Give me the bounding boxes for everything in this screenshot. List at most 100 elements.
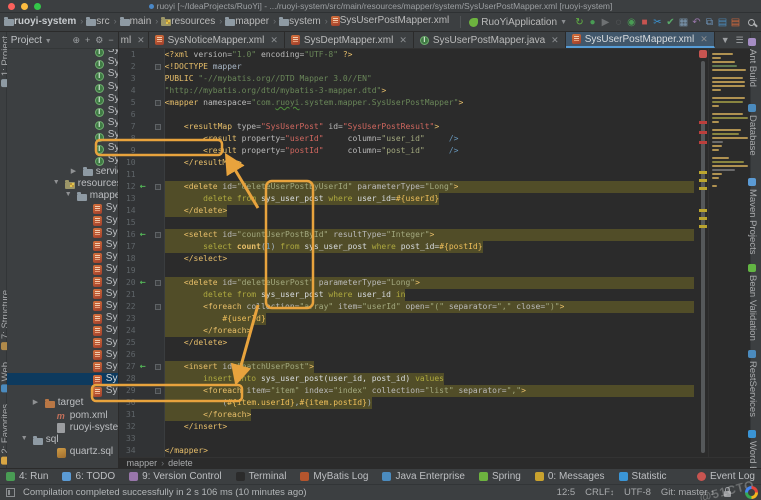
code-line-25[interactable]: </delete>	[165, 337, 698, 349]
tree-item-SysNoticeMapper.xml[interactable]: SysNoticeMapper.xml	[7, 276, 118, 288]
tree-item-mapper.system[interactable]: ▼mapper.system	[7, 190, 118, 202]
version-control-toolwindow[interactable]: 9: Version Control	[129, 471, 222, 482]
vcs-changes-icon[interactable]: ▦	[677, 16, 690, 29]
code-line-10[interactable]: </resultMap>	[165, 157, 698, 169]
doc-blue-icon[interactable]: ▤	[716, 16, 729, 29]
tree-item-SysUserRoleMapper[interactable]: ISysUserRoleMapper	[7, 154, 118, 166]
tree-item-SysUserOnlineMapper[interactable]: ISysUserOnlineMapper	[7, 129, 118, 141]
xml-breadcrumb-mapper[interactable]: mapper	[127, 458, 158, 468]
breadcrumb-src[interactable]: src›	[86, 16, 116, 27]
chevron-down-icon[interactable]: ▼	[721, 35, 730, 45]
mybatis-navigate-icon[interactable]: ←	[140, 229, 146, 241]
spring-toolwindow[interactable]: Spring	[479, 471, 521, 482]
hide-panel-icon[interactable]: −	[108, 35, 113, 46]
tree-expand-arrow[interactable]: ▼	[65, 191, 72, 198]
editor-tab-SysNoticeMapper.xml[interactable]: SysNoticeMapper.xml✕	[149, 32, 285, 48]
tree-item-pom.xml[interactable]: mpom.xml	[7, 410, 118, 422]
tree-item-SysOperLogMapper.xml[interactable]: SysOperLogMapper.xml	[7, 288, 118, 300]
mybatis-log-toolwindow[interactable]: MyBatis Log	[300, 471, 368, 482]
code-line-26[interactable]	[165, 349, 698, 361]
run-toolwindow[interactable]: 4: Run	[6, 471, 48, 482]
toggle-toolwindows-icon[interactable]	[6, 488, 15, 497]
tree-expand-arrow[interactable]: ▶	[33, 398, 38, 406]
code-line-34[interactable]: </mapper>	[165, 445, 698, 457]
project-view-selector[interactable]: Project ▼	[11, 35, 52, 46]
tree-expand-arrow[interactable]: ▶	[71, 167, 76, 175]
code-line-31[interactable]: </foreach>	[165, 409, 698, 421]
fold-marker-icon[interactable]	[155, 388, 161, 394]
tree-item-SysRoleMapper[interactable]: ISysRoleMapper	[7, 93, 118, 105]
tab-close-icon[interactable]: ✕	[399, 35, 407, 46]
editor-tab-SysUserPostMapper.java[interactable]: ISysUserPostMapper.java✕	[414, 32, 566, 48]
tree-item-SysRoleDeptMapper[interactable]: ISysRoleDeptMapper	[7, 81, 118, 93]
run-icon[interactable]: ▶	[599, 16, 612, 29]
code-line-2[interactable]: <!DOCTYPE mapper	[165, 61, 698, 73]
tree-item-sql[interactable]: ▼sql	[7, 434, 118, 446]
tab-close-icon[interactable]: ✕	[270, 35, 278, 46]
tree-item-SysUserPostMapper[interactable]: ISysUserPostMapper	[7, 142, 118, 154]
code-line-16[interactable]: <select id="countUserPostById" resultTyp…	[165, 229, 698, 241]
fold-marker-icon[interactable]	[155, 124, 161, 130]
tree-item-SysRoleDeptMapper.xml[interactable]: SysRoleDeptMapper.xml	[7, 312, 118, 324]
tab-close-icon[interactable]: ✕	[137, 35, 145, 46]
toolwindow-button-restservices[interactable]: RestServices	[747, 350, 758, 417]
mybatis-navigate-icon[interactable]: ←	[140, 277, 146, 289]
encoding-selector[interactable]: UTF-8	[624, 487, 651, 498]
caret-position[interactable]: 12:5	[557, 487, 576, 498]
rollback-icon[interactable]: ↶	[690, 16, 703, 29]
code-line-14[interactable]: </delete>	[165, 205, 698, 217]
code-line-7[interactable]: <resultMap type="SysUserPost" id="SysUse…	[165, 121, 698, 133]
coverage-icon[interactable]: ◉	[625, 16, 638, 29]
mybatis-navigate-icon[interactable]: ←	[140, 181, 146, 193]
tab-close-icon[interactable]: ✕	[700, 34, 708, 45]
fold-marker-icon[interactable]	[155, 364, 161, 370]
locate-icon[interactable]: ⊕	[72, 35, 80, 46]
code-line-8[interactable]: <result property="userId" column="user_i…	[165, 133, 698, 145]
breadcrumb-mapper[interactable]: mapper›	[225, 16, 276, 27]
run-spring-icon[interactable]: ●	[586, 16, 599, 29]
tree-item-SysOperLogMapper[interactable]: ISysOperLogMapper	[7, 56, 118, 68]
tree-item-SysNoticeMapper[interactable]: ISysNoticeMapper	[7, 49, 118, 56]
event-log-toolwindow[interactable]: Event Log	[697, 471, 755, 482]
java-enterprise-toolwindow[interactable]: Java Enterprise	[382, 471, 464, 482]
code-line-23[interactable]: #{userId}	[165, 313, 698, 325]
code-line-9[interactable]: <result property="postId" column="post_i…	[165, 145, 698, 157]
code-line-19[interactable]	[165, 265, 698, 277]
settings-gear-icon[interactable]: ⚙	[95, 35, 103, 46]
tree-item-SysUserPostMapper.xml[interactable]: SysUserPostMapper.xml	[7, 373, 118, 385]
tree-item-SysUserMapper[interactable]: ISysUserMapper	[7, 117, 118, 129]
tree-item-SysRoleMenuMapper[interactable]: ISysRoleMenuMapper	[7, 105, 118, 117]
code-line-13[interactable]: delete from sys_user_post where user_id=…	[165, 193, 698, 205]
fold-marker-icon[interactable]	[155, 280, 161, 286]
code-line-22[interactable]: <foreach collection="array" item="userId…	[165, 301, 698, 313]
toolwindow-button-ant-build[interactable]: Ant Build	[747, 38, 758, 87]
code-line-29[interactable]: <foreach item="item" index="index" colle…	[165, 385, 698, 397]
tree-item-SysRoleMenuMapper.xml[interactable]: SysRoleMenuMapper.xml	[7, 337, 118, 349]
code-line-12[interactable]: <delete id="deleteUserPostByUserId" para…	[165, 181, 698, 193]
fold-marker-icon[interactable]	[155, 64, 161, 70]
breadcrumb-main[interactable]: main›	[120, 16, 159, 27]
tree-item-SysLogininforMapper.xml[interactable]: SysLogininforMapper.xml	[7, 251, 118, 263]
code-line-11[interactable]	[165, 169, 698, 181]
scrollbar-thumb[interactable]	[701, 61, 705, 453]
code-line-32[interactable]: </insert>	[165, 421, 698, 433]
search-everywhere-icon[interactable]	[748, 19, 755, 26]
line-ending-selector[interactable]: CRLF↕	[585, 487, 614, 498]
tree-item-SysDeptMapper.xml[interactable]: SysDeptMapper.xml	[7, 215, 118, 227]
tree-item-quartz.sql[interactable]: quartz.sql	[7, 446, 118, 458]
tree-item-ruoyi-system.iml[interactable]: ruoyi-system.iml	[7, 422, 118, 434]
tree-item-SysPostMapper.xml[interactable]: SysPostMapper.xml	[7, 300, 118, 312]
editor-tab-SysDeptMapper.xml[interactable]: SysDeptMapper.xml✕	[285, 32, 414, 48]
tree-item-SysUserMapper.xml[interactable]: SysUserMapper.xml	[7, 349, 118, 361]
fold-marker-icon[interactable]	[155, 232, 161, 238]
stop-icon[interactable]: ■	[638, 16, 651, 29]
fold-marker-icon[interactable]	[155, 184, 161, 190]
tree-item-service[interactable]: ▶service	[7, 166, 118, 178]
tree-item-SysPostMapper[interactable]: ISysPostMapper	[7, 68, 118, 80]
breadcrumb-resources[interactable]: resources›	[161, 16, 222, 27]
tree-item-SysUserOnlineMapper.xml[interactable]: SysUserOnlineMapper.xml	[7, 361, 118, 373]
tree-expand-arrow[interactable]: ▼	[53, 179, 60, 186]
profiler-icon[interactable]: ◌	[612, 16, 625, 29]
fold-marker-icon[interactable]	[155, 304, 161, 310]
code-line-17[interactable]: select count(1) from sys_user_post where…	[165, 241, 698, 253]
